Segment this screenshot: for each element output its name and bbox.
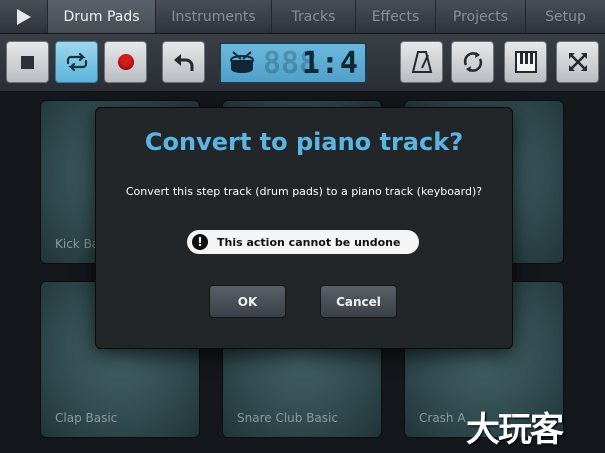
piano-keys-button[interactable]: [504, 41, 547, 83]
tab-setup[interactable]: Setup: [526, 0, 605, 33]
tab-projects[interactable]: Projects: [436, 0, 526, 33]
piano-keys-icon: [514, 51, 537, 73]
loop-icon: [66, 53, 87, 71]
dialog-message: Convert this step track (drum pads) to a…: [125, 185, 483, 198]
metronome-button[interactable]: [400, 41, 443, 83]
play-icon: [16, 8, 31, 25]
warning-text: This action cannot be undone: [217, 235, 401, 249]
undo-icon: [173, 54, 193, 71]
tab-effects[interactable]: Effects: [356, 0, 436, 33]
record-icon: [117, 54, 134, 70]
fullscreen-button[interactable]: [556, 41, 599, 83]
ok-button[interactable]: OK: [209, 285, 286, 318]
convert-dialog: Convert to piano track? Convert this ste…: [95, 107, 513, 349]
drum-icon: [230, 51, 254, 73]
stop-button[interactable]: [6, 41, 49, 83]
play-button[interactable]: [0, 0, 48, 33]
tab-drum-pads[interactable]: Drum Pads: [48, 0, 156, 33]
undo-button[interactable]: [162, 41, 205, 83]
exclamation-icon: !: [192, 234, 208, 250]
sync-button[interactable]: [451, 41, 494, 83]
metronome-icon: [411, 51, 432, 73]
tab-tracks[interactable]: Tracks: [272, 0, 356, 33]
record-button[interactable]: [104, 41, 147, 83]
tab-instruments[interactable]: Instruments: [156, 0, 272, 33]
warning-badge: ! This action cannot be undone: [187, 230, 419, 254]
fullscreen-icon: [568, 53, 587, 71]
loop-button[interactable]: [55, 41, 98, 83]
tab-bar: Drum Pads Instruments Tracks Effects Pro…: [0, 0, 605, 34]
cancel-button[interactable]: Cancel: [320, 285, 397, 318]
position-display: 888 1:4: [219, 42, 367, 84]
stop-icon: [21, 55, 34, 69]
sync-icon: [463, 52, 482, 72]
position-readout: 1:4: [301, 46, 359, 81]
dialog-title: Convert to piano track?: [144, 128, 464, 156]
watermark-logo: 大玩客: [466, 410, 564, 450]
